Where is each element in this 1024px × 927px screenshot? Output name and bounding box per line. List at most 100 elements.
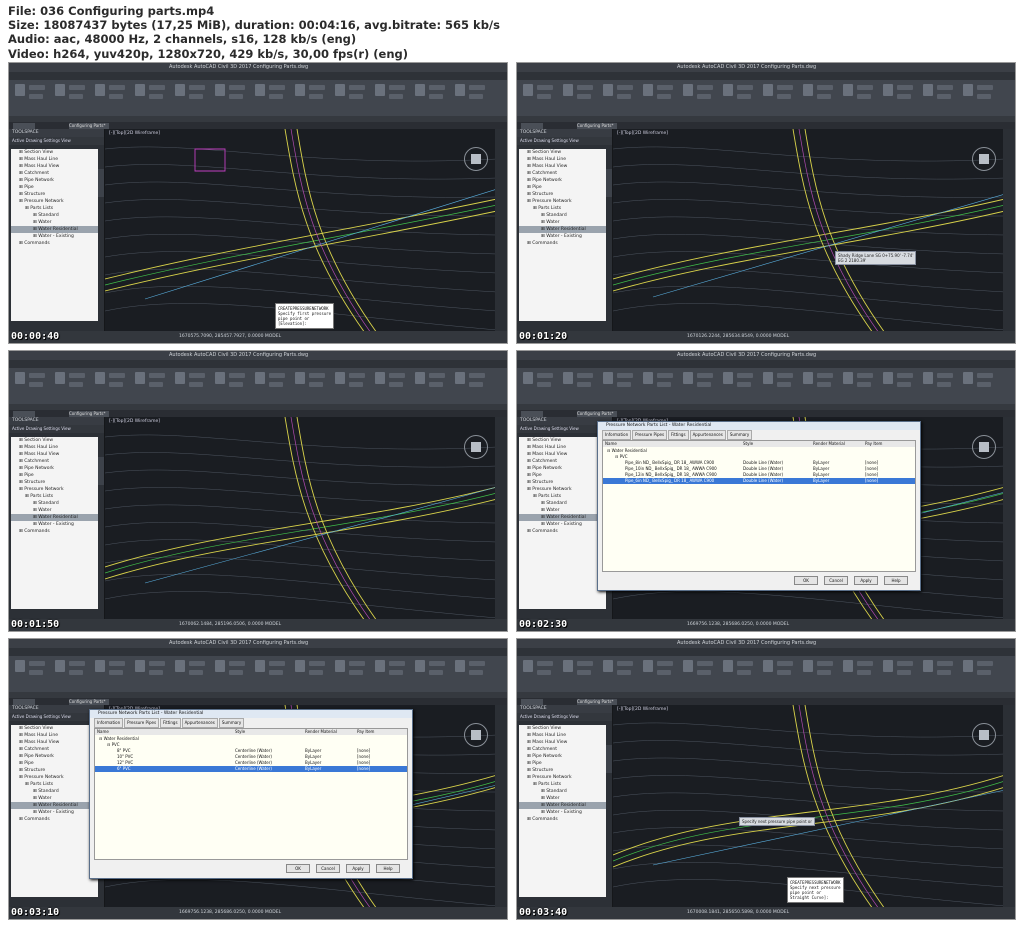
ribbon-control[interactable] [229, 373, 245, 378]
ribbon-control[interactable] [977, 373, 993, 378]
ribbon-control[interactable] [349, 94, 363, 99]
ribbon-control[interactable] [189, 85, 205, 90]
ribbon-control[interactable] [349, 85, 365, 90]
tree-item[interactable]: ⊞ Water Residential [11, 514, 98, 521]
viewcube[interactable] [972, 435, 996, 459]
tree-item[interactable]: ⊞ Water [519, 795, 606, 802]
viewcube-face[interactable] [471, 442, 481, 452]
ribbon-button[interactable] [335, 372, 345, 384]
ribbon-control[interactable] [349, 373, 365, 378]
ribbon-control[interactable] [389, 94, 403, 99]
ribbon-button[interactable] [523, 372, 533, 384]
ribbon-control[interactable] [657, 373, 673, 378]
ribbon-button[interactable] [255, 660, 265, 672]
tree-item[interactable]: ⊞ Pressure Network [519, 198, 606, 205]
ribbon-button[interactable] [55, 660, 65, 672]
ribbon-control[interactable] [537, 661, 553, 666]
drawing-canvas[interactable]: [-][Top][2D Wireframe] [613, 129, 1005, 333]
ribbon-button[interactable] [883, 372, 893, 384]
ribbon-button[interactable] [923, 372, 933, 384]
ribbon-control[interactable] [537, 94, 551, 99]
tree-item[interactable]: ⊞ Mass Haul View [519, 739, 606, 746]
ribbon-button[interactable] [523, 660, 533, 672]
ribbon-control[interactable] [469, 94, 483, 99]
ribbon-control[interactable] [69, 382, 83, 387]
tree-item[interactable]: ⊞ Mass Haul Line [11, 444, 98, 451]
dialog-tab[interactable]: Pressure Pipes [124, 718, 160, 728]
ribbon-button[interactable] [523, 84, 533, 96]
ribbon-control[interactable] [897, 382, 911, 387]
ribbon-control[interactable] [537, 382, 551, 387]
viewcube[interactable] [464, 723, 488, 747]
ribbon-control[interactable] [657, 382, 671, 387]
ribbon-control[interactable] [777, 373, 793, 378]
tree-item[interactable]: ⊞ Water [11, 795, 98, 802]
tree-item[interactable]: ⊞ Water - Existing [519, 521, 606, 528]
navigation-bar[interactable] [495, 705, 507, 909]
ribbon-control[interactable] [389, 373, 405, 378]
tree-item[interactable]: ⊞ Pipe Network [11, 177, 98, 184]
ribbon-control[interactable] [189, 373, 205, 378]
ribbon-button[interactable] [923, 84, 933, 96]
tree-item[interactable]: ⊞ Pipe [519, 760, 606, 767]
ribbon-control[interactable] [817, 94, 831, 99]
tree-item[interactable]: ⊞ Water [519, 219, 606, 226]
ribbon-control[interactable] [469, 382, 483, 387]
ribbon-control[interactable] [737, 670, 751, 675]
tree-item[interactable]: ⊞ Catchment [519, 170, 606, 177]
ribbon-control[interactable] [737, 94, 751, 99]
viewcube-face[interactable] [979, 154, 989, 164]
tree-item[interactable]: ⊞ Structure [519, 767, 606, 774]
tree-item[interactable]: ⊞ Mass Haul View [11, 739, 98, 746]
column-header[interactable]: Render Material [305, 729, 337, 735]
ribbon-button[interactable] [375, 372, 385, 384]
tree-item[interactable]: ⊞ Parts Lists [519, 493, 606, 500]
ribbon-button[interactable] [295, 372, 305, 384]
ribbon-button[interactable] [55, 84, 65, 96]
ribbon-control[interactable] [897, 670, 911, 675]
navigation-bar[interactable] [495, 129, 507, 333]
ribbon-control[interactable] [229, 661, 245, 666]
ribbon-control[interactable] [269, 94, 283, 99]
ribbon-control[interactable] [189, 94, 203, 99]
ribbon-button[interactable] [375, 84, 385, 96]
tree-item[interactable]: ⊞ Standard [11, 788, 98, 795]
ribbon-control[interactable] [937, 85, 953, 90]
toolspace-side-tab[interactable] [98, 457, 104, 485]
ribbon-control[interactable] [269, 661, 285, 666]
ribbon-button[interactable] [763, 660, 773, 672]
navigation-bar[interactable] [1003, 705, 1015, 909]
ribbon-button[interactable] [723, 84, 733, 96]
ribbon-control[interactable] [389, 382, 403, 387]
tree-item[interactable]: ⊞ Parts Lists [11, 781, 98, 788]
ribbon-control[interactable] [657, 85, 673, 90]
drawing-canvas[interactable]: [-][Top][2D Wireframe] [105, 417, 497, 621]
ribbon-control[interactable] [697, 661, 713, 666]
tree-item[interactable]: ⊞ Pipe Network [11, 753, 98, 760]
tree-item[interactable]: ⊞ Pipe [519, 472, 606, 479]
ribbon-button[interactable] [175, 660, 185, 672]
ribbon-button[interactable] [603, 372, 613, 384]
toolspace-side-tab[interactable] [606, 169, 612, 197]
column-header[interactable]: Name [605, 441, 617, 447]
ribbon-button[interactable] [963, 84, 973, 96]
part-row[interactable]: Pipe_6in ND_ BellxSpig_ DR 18_ AWWA C900… [603, 478, 915, 484]
ribbon-control[interactable] [657, 661, 673, 666]
tree-item[interactable]: ⊞ Standard [519, 788, 606, 795]
column-header[interactable]: Render Material [813, 441, 845, 447]
tree-item[interactable]: ⊞ Catchment [11, 746, 98, 753]
ribbon-control[interactable] [69, 373, 85, 378]
tree-item[interactable]: ⊞ Water [11, 219, 98, 226]
ribbon-control[interactable] [577, 94, 591, 99]
viewcube-face[interactable] [979, 442, 989, 452]
ribbon-control[interactable] [429, 373, 445, 378]
ribbon-button[interactable] [255, 372, 265, 384]
ribbon-control[interactable] [657, 94, 671, 99]
dialog-cancel-button[interactable]: Cancel [824, 576, 848, 585]
tree-item[interactable]: ⊞ Section View [519, 437, 606, 444]
ribbon-button[interactable] [803, 372, 813, 384]
part-row[interactable]: 6" PVC Centerline (Water) ByLayer [none] [95, 766, 407, 772]
ribbon-button[interactable] [603, 660, 613, 672]
ribbon-button[interactable] [295, 660, 305, 672]
tree-item[interactable]: ⊞ Structure [11, 191, 98, 198]
